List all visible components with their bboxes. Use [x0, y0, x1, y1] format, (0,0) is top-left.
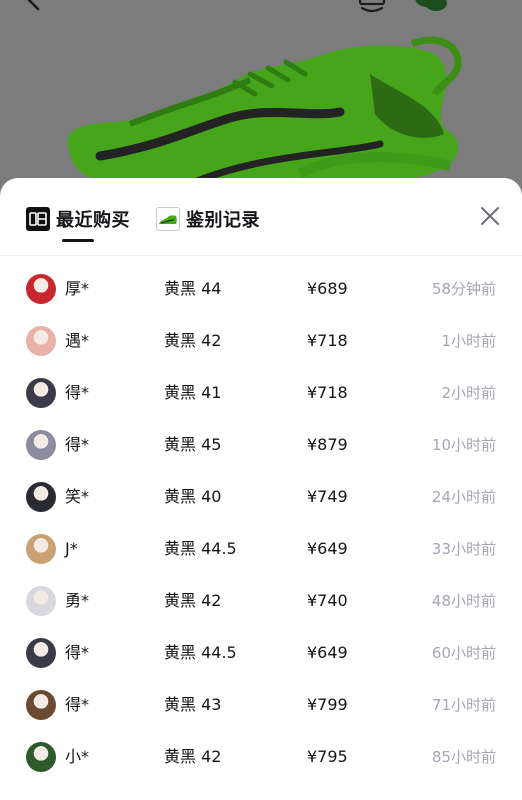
- buyer-name: 笑*: [65, 487, 90, 506]
- buyer-name: 得*: [65, 383, 90, 402]
- purchase-size: 黄黑 44.5: [164, 539, 237, 558]
- purchase-time: 71小时前: [431, 696, 496, 714]
- chevron-left-icon[interactable]: [20, 0, 46, 12]
- shoe-thumbnail-icon: [156, 207, 180, 231]
- product-shoe-image: [67, 36, 462, 188]
- purchase-size: 黄黑 45: [164, 435, 222, 454]
- purchase-row[interactable]: 勇* 黄黑 42 ¥740 48小时前: [0, 576, 522, 628]
- purchase-time: 2小时前: [441, 384, 496, 402]
- purchase-row[interactable]: 得* 黄黑 45 ¥879 10小时前: [0, 420, 522, 472]
- buyer-name: 得*: [65, 435, 90, 454]
- purchase-price: ¥649: [307, 643, 348, 662]
- active-tab-indicator: [62, 239, 94, 242]
- purchase-price: ¥649: [307, 539, 348, 558]
- buyer-name: 小*: [65, 747, 90, 766]
- purchase-size: 黄黑 42: [164, 331, 222, 350]
- purchase-price: ¥879: [307, 435, 348, 454]
- purchase-price: ¥740: [307, 591, 348, 610]
- purchase-time: 33小时前: [431, 540, 496, 558]
- purchase-row[interactable]: 遇* 黄黑 42 ¥718 1小时前: [0, 316, 522, 368]
- tab-auth-label: 鉴别记录: [186, 210, 260, 231]
- buyer-name: 得*: [65, 643, 90, 662]
- purchase-size: 黄黑 43: [164, 695, 222, 714]
- close-icon[interactable]: [478, 204, 502, 228]
- more-dots-icon[interactable]: [472, 0, 502, 4]
- tab-recent-label: 最近购买: [56, 210, 130, 231]
- product-backdrop: [0, 0, 522, 200]
- buyer-name: 厚*: [65, 279, 90, 298]
- buyer-avatar[interactable]: [26, 274, 56, 304]
- purchase-row[interactable]: J* 黄黑 44.5 ¥649 33小时前: [0, 524, 522, 576]
- purchase-size: 黄黑 40: [164, 487, 222, 506]
- purchase-row[interactable]: 得* 黄黑 43 ¥799 71小时前: [0, 680, 522, 732]
- purchase-price: ¥799: [307, 695, 348, 714]
- purchase-row[interactable]: 笑* 黄黑 40 ¥749 24小时前: [0, 472, 522, 524]
- buyer-name: 勇*: [65, 591, 90, 610]
- tab-authentication-records[interactable]: 鉴别记录: [156, 204, 260, 234]
- purchase-list: 厚* 黄黑 44 ¥689 58分钟前遇* 黄黑 42 ¥718 1小时前得* 黄黑 41 ¥7…: [0, 264, 522, 784]
- purchase-row[interactable]: 得* 黄黑 44.5 ¥649 60小时前: [0, 628, 522, 680]
- buyer-avatar[interactable]: [26, 586, 56, 616]
- buyer-avatar[interactable]: [26, 326, 56, 356]
- buyer-avatar[interactable]: [26, 742, 56, 772]
- purchase-time: 24小时前: [431, 488, 496, 506]
- purchase-price: ¥718: [307, 331, 348, 350]
- purchase-time: 1小时前: [441, 332, 496, 350]
- recent-purchases-sheet: 最近购买 鉴别记录 厚* 黄黑 44 ¥689 58分钟前遇* 黄黑 42 ¥718 1小时…: [0, 178, 522, 800]
- purchase-size: 黄黑 44.5: [164, 643, 237, 662]
- wechat-icon[interactable]: [414, 0, 448, 14]
- buyer-avatar[interactable]: [26, 378, 56, 408]
- purchase-row[interactable]: 得* 黄黑 41 ¥718 2小时前: [0, 368, 522, 420]
- buyer-avatar[interactable]: [26, 482, 56, 512]
- purchase-price: ¥718: [307, 383, 348, 402]
- purchase-price: ¥795: [307, 747, 348, 766]
- buyer-avatar[interactable]: [26, 534, 56, 564]
- tab-recent-purchases[interactable]: 最近购买: [26, 204, 130, 234]
- purchase-time: 10小时前: [431, 436, 496, 454]
- purchase-size: 黄黑 41: [164, 383, 222, 402]
- purchase-row[interactable]: 小* 黄黑 42 ¥795 85小时前: [0, 732, 522, 784]
- purchase-size: 黄黑 42: [164, 591, 222, 610]
- purchase-price: ¥749: [307, 487, 348, 506]
- buyer-name: 得*: [65, 695, 90, 714]
- buyer-name: 遇*: [65, 331, 90, 350]
- purchase-time: 48小时前: [431, 592, 496, 610]
- sheet-header: 最近购买 鉴别记录: [0, 178, 522, 256]
- purchase-time: 60小时前: [431, 644, 496, 662]
- buyer-avatar[interactable]: [26, 690, 56, 720]
- purchase-time: 58分钟前: [431, 280, 496, 298]
- dewu-logo-icon: [26, 207, 50, 231]
- buyer-avatar[interactable]: [26, 430, 56, 460]
- purchase-price: ¥689: [307, 279, 348, 298]
- purchase-row[interactable]: 厚* 黄黑 44 ¥689 58分钟前: [0, 264, 522, 316]
- purchase-size: 黄黑 42: [164, 747, 222, 766]
- purchase-size: 黄黑 44: [164, 279, 222, 298]
- buyer-avatar[interactable]: [26, 638, 56, 668]
- brand-logo-icon[interactable]: [358, 0, 386, 14]
- buyer-name: J*: [65, 539, 78, 558]
- purchase-time: 85小时前: [431, 748, 496, 766]
